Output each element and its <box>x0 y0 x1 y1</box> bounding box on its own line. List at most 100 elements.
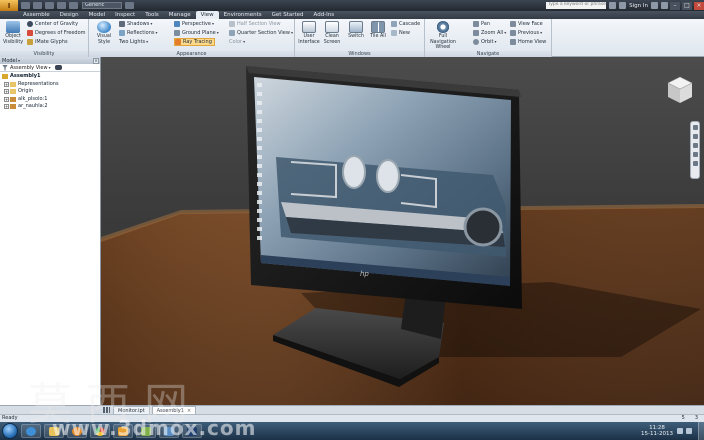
reflections-dropdown[interactable]: Reflections ▾ <box>119 29 158 37</box>
title-bar: I Generic Type a keyword or phrase Sign … <box>0 0 704 11</box>
user-interface-button[interactable]: User Interface <box>298 21 320 45</box>
ribbon-tabs: Assemble Design Model Inspect Tools Mana… <box>0 11 704 19</box>
close-icon[interactable]: × <box>93 57 99 64</box>
close-button[interactable]: × <box>694 1 704 10</box>
home-view-button[interactable]: Home View <box>510 38 546 46</box>
visual-style-button[interactable]: Visual Style <box>91 21 117 45</box>
tab-assemble[interactable]: Assemble <box>18 11 55 19</box>
chevron-down-icon[interactable]: ▾ <box>18 58 20 63</box>
expand-icon[interactable]: + <box>4 104 9 110</box>
tile-all-button[interactable]: Tile All <box>367 21 389 40</box>
orbit-icon[interactable] <box>692 152 698 157</box>
reflections-label: Reflections <box>127 30 155 36</box>
chevron-down-icon: ▾ <box>243 39 246 44</box>
cascade-button[interactable]: Cascade <box>391 20 420 28</box>
ray-tracing-toggle[interactable]: Ray Tracing <box>174 38 215 46</box>
tab-inspect[interactable]: Inspect <box>110 11 140 19</box>
maximize-button[interactable]: □ <box>682 1 692 10</box>
graphics-viewport[interactable]: hp <box>101 57 704 405</box>
color-select[interactable]: Color ▾ <box>229 38 245 46</box>
tree-node-part-2[interactable]: + ar_nauhla:2 <box>2 103 98 111</box>
chevron-down-icon: ▾ <box>146 39 149 44</box>
tab-get-started[interactable]: Get Started <box>267 11 309 19</box>
center-of-gravity-toggle[interactable]: Center of Gravity <box>27 20 78 28</box>
zoom-icon[interactable] <box>692 143 698 148</box>
viewcube-icon[interactable] <box>666 75 694 105</box>
user-interface-icon <box>302 21 316 33</box>
part-icon <box>10 96 16 102</box>
material-selector[interactable]: Generic <box>82 2 122 9</box>
switch-button[interactable]: Switch <box>345 21 367 40</box>
tree-node-label: ar_nauhla:2 <box>18 103 48 109</box>
quarter-section-icon <box>229 30 235 36</box>
system-clock[interactable]: 11:28 15-11-2013 <box>641 425 673 437</box>
tab-view[interactable]: View <box>195 11 219 19</box>
tree-root[interactable]: Assembly1 <box>2 73 98 81</box>
steering-wheel-icon[interactable] <box>692 125 698 130</box>
tree-node-origin[interactable]: + Origin <box>2 88 98 96</box>
view-select[interactable]: Assembly View <box>10 65 48 71</box>
undo-icon[interactable] <box>57 2 66 9</box>
browser-toolbar: Assembly View ▾ <box>0 64 100 72</box>
degrees-of-freedom-toggle[interactable]: Degrees of Freedom <box>27 29 86 37</box>
application-menu-button[interactable]: I <box>0 0 18 11</box>
help-search-input[interactable]: Type a keyword or phrase <box>546 2 607 9</box>
pan-button[interactable]: Pan <box>473 20 490 28</box>
tree-node-label: alk_plsolo:1 <box>18 95 48 102</box>
show-desktop-button[interactable] <box>698 422 704 440</box>
clean-screen-button[interactable]: Clean Screen <box>321 21 343 45</box>
full-navigation-wheel-button[interactable]: Full Navigation Wheel <box>427 21 459 51</box>
object-visibility-button[interactable]: Object Visibility <box>2 21 24 45</box>
tab-environments[interactable]: Environments <box>219 11 267 19</box>
tree-node-part-1[interactable]: + alk_plsolo:1 <box>2 96 98 104</box>
view-face-button[interactable]: View Face <box>510 20 543 28</box>
tab-design[interactable]: Design <box>55 11 84 19</box>
volume-icon[interactable] <box>686 428 692 434</box>
imate-glyphs-toggle[interactable]: iMate Glyphs <box>27 38 68 46</box>
shadows-dropdown[interactable]: Shadows ▾ <box>119 20 152 28</box>
tab-manage[interactable]: Manage <box>164 11 196 19</box>
ground-plane-dropdown[interactable]: Ground Plane ▾ <box>174 29 219 37</box>
look-at-icon[interactable] <box>692 161 698 166</box>
redo-icon[interactable] <box>69 2 78 9</box>
exchange-icon[interactable] <box>651 2 658 9</box>
appearance-panel: Visual Style Shadows ▾ Reflections ▾ Two L… <box>89 19 295 57</box>
binoculars-icon[interactable] <box>54 65 62 70</box>
save-icon[interactable] <box>45 2 54 9</box>
new-window-icon <box>391 30 397 36</box>
tab-tools[interactable]: Tools <box>140 11 164 19</box>
appearance-selector-icon[interactable] <box>125 2 134 9</box>
open-icon[interactable] <box>33 2 42 9</box>
filter-icon[interactable] <box>2 64 8 71</box>
expand-icon[interactable]: + <box>4 89 9 95</box>
chevron-down-icon[interactable]: ▾ <box>49 65 51 70</box>
lighting-style-select[interactable]: Two Lights ▾ <box>119 38 148 46</box>
tree-node-representations[interactable]: + Representations <box>2 81 98 89</box>
minimize-button[interactable]: – <box>670 1 680 10</box>
expand-icon[interactable]: + <box>4 96 9 102</box>
tab-model[interactable]: Model <box>84 11 111 19</box>
start-button[interactable] <box>2 423 18 439</box>
perspective-dropdown[interactable]: Perspective ▾ <box>174 20 214 28</box>
pan-icon[interactable] <box>692 134 698 139</box>
help-icon[interactable] <box>661 2 668 9</box>
tab-add-ins[interactable]: Add-Ins <box>309 11 340 19</box>
expand-icon[interactable]: + <box>4 81 9 87</box>
zoom-all-dropdown[interactable]: Zoom All ▾ <box>473 29 506 37</box>
quarter-section-dropdown[interactable]: Quarter Section View ▾ <box>229 29 293 37</box>
navigate-panel: Full Navigation Wheel Pan Zoom All ▾ Orbi… <box>425 19 552 57</box>
degrees-of-freedom-label: Degrees of Freedom <box>35 30 86 36</box>
half-section-button[interactable]: Half Section View <box>229 20 281 28</box>
binoculars-icon[interactable] <box>609 2 617 9</box>
orbit-dropdown[interactable]: Orbit ▾ <box>473 38 497 46</box>
new-icon[interactable] <box>21 2 30 9</box>
previous-view-dropdown[interactable]: Previous ▾ <box>510 29 542 37</box>
sign-in-link[interactable]: Sign In <box>629 3 648 9</box>
zoom-all-label: Zoom All <box>481 30 504 36</box>
network-icon[interactable] <box>677 428 683 434</box>
user-icon[interactable] <box>619 2 627 9</box>
imate-glyphs-icon <box>27 39 33 45</box>
chevron-down-icon: ▾ <box>290 30 293 35</box>
new-window-button[interactable]: New <box>391 29 410 37</box>
browser-title[interactable]: Model <box>2 58 17 64</box>
